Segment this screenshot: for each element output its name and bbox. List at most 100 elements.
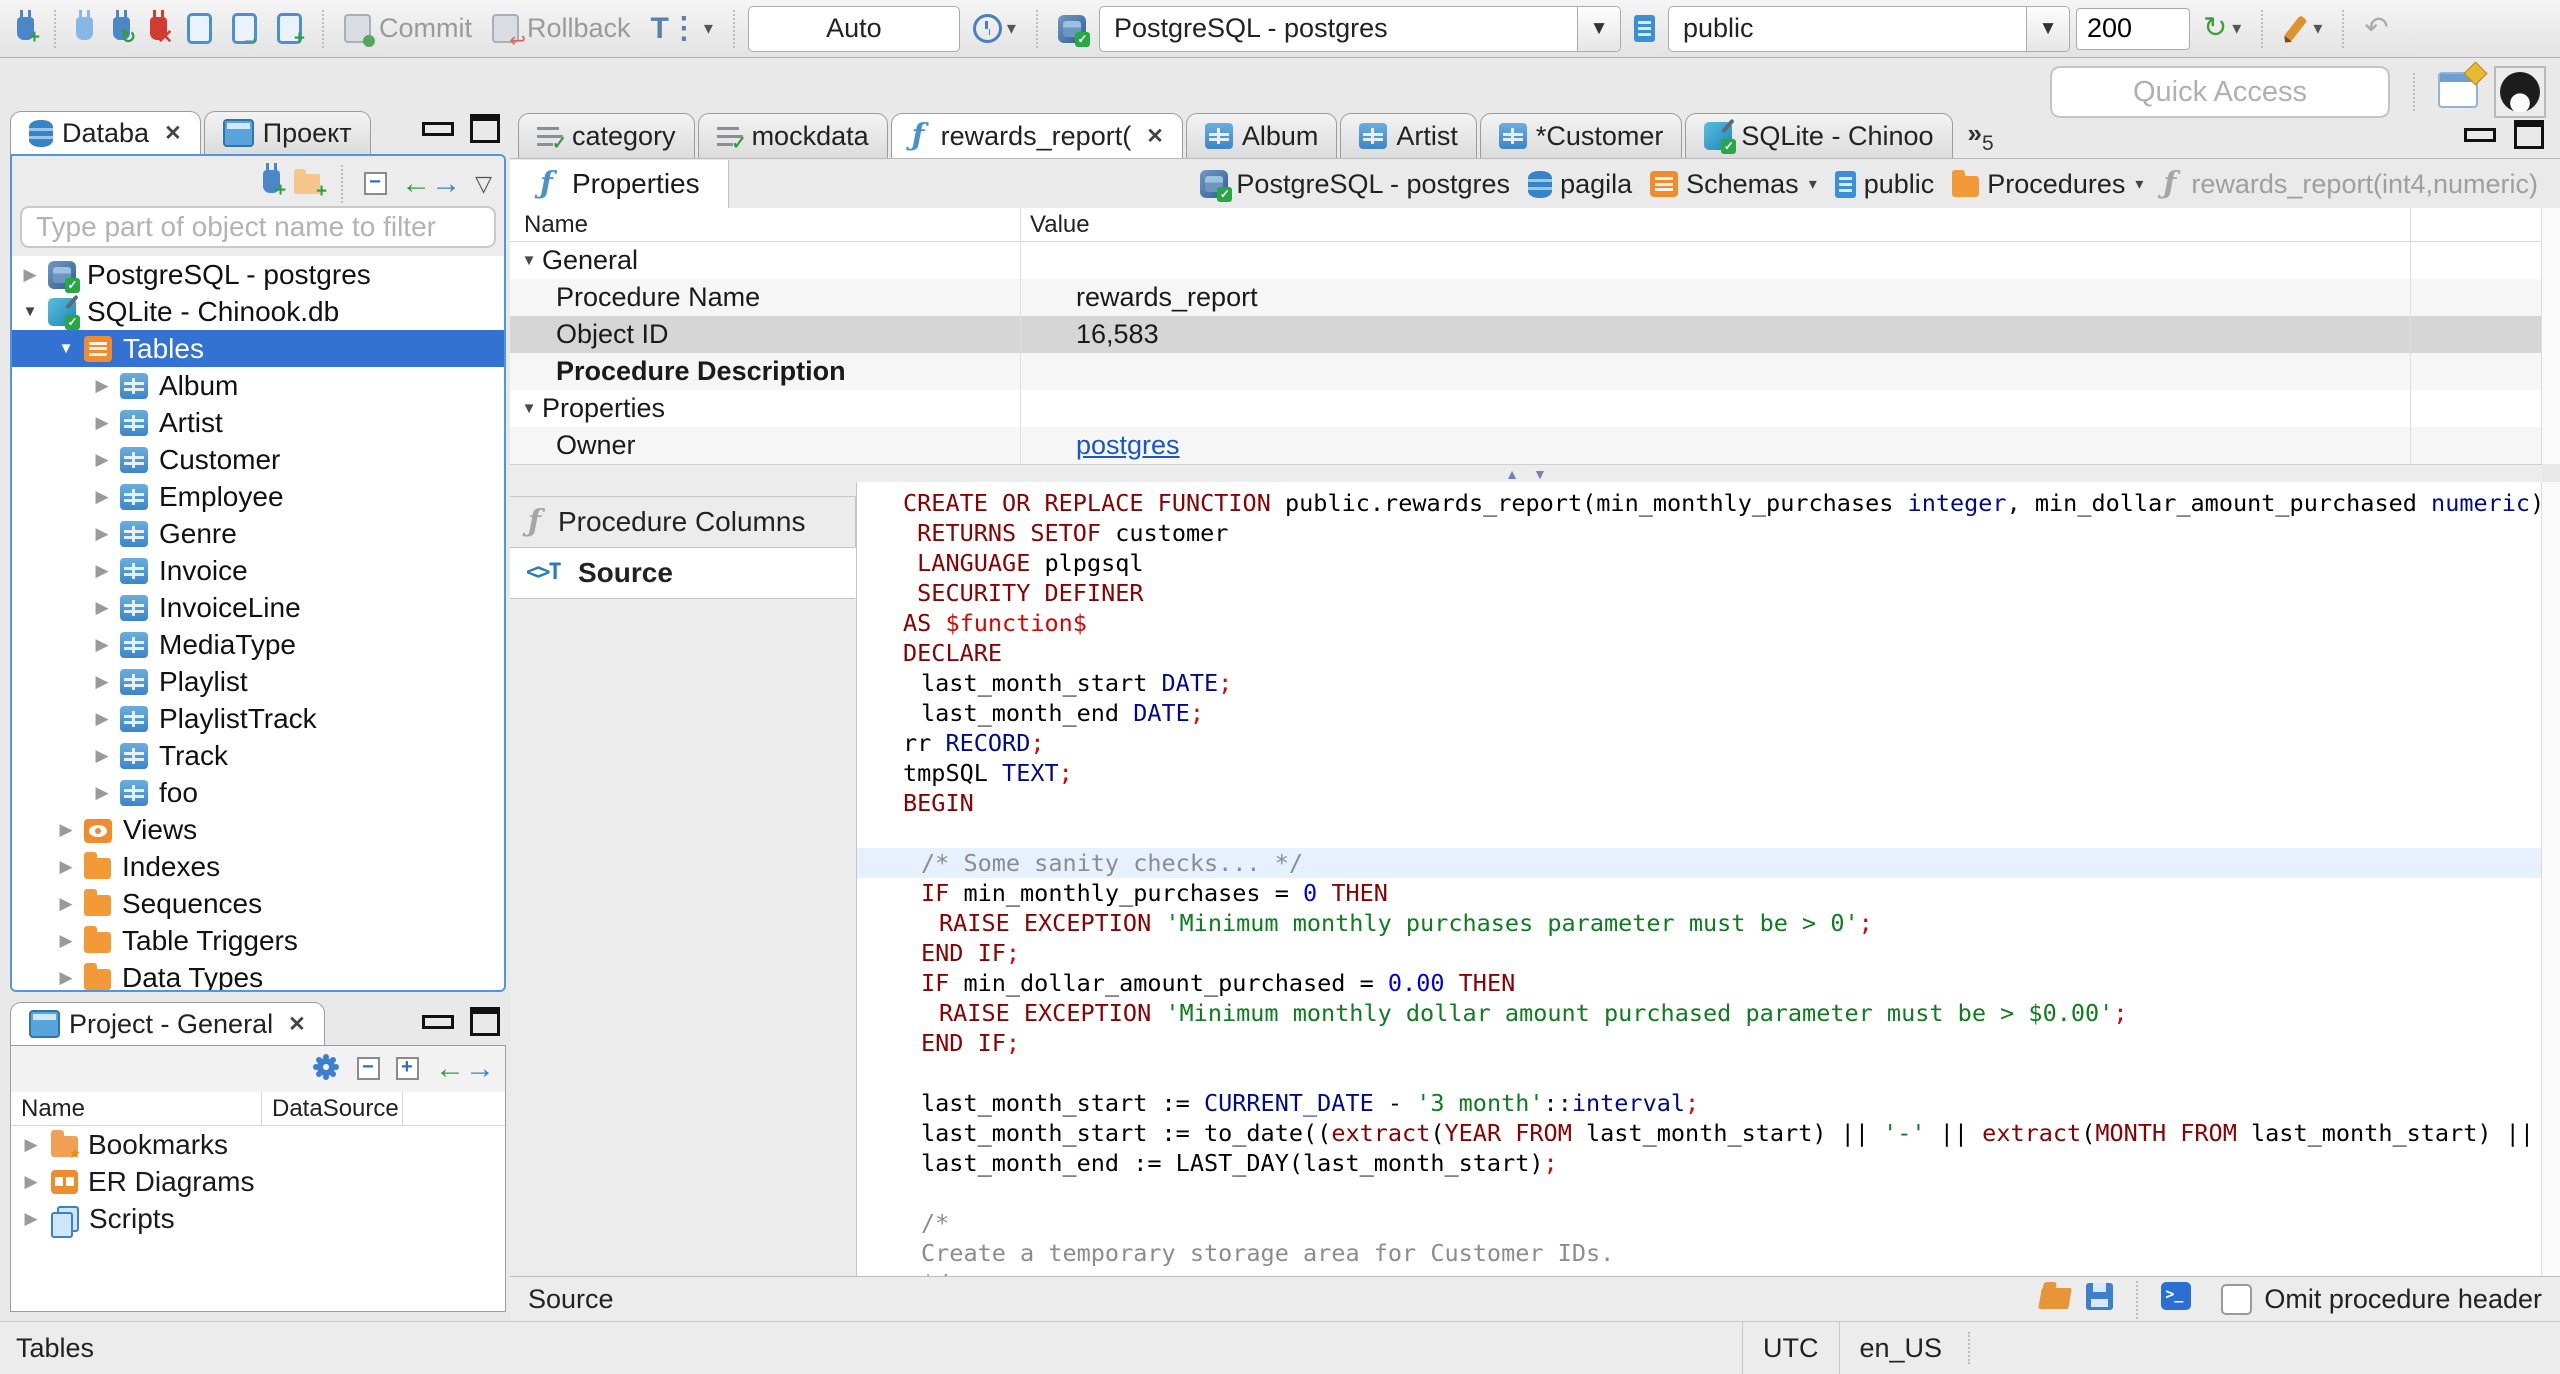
undo-button[interactable]: ↶ [2357,5,2395,53]
collapsed-arrow-icon[interactable]: ▶ [11,1172,51,1192]
grid-row-owner[interactable]: Owner postgres [510,427,2542,464]
breadcrumb-item-rewards-report-int4-numeric[interactable]: rewards_report(int4,numeric) [2161,166,2538,201]
connect-button[interactable] [69,5,100,53]
omit-header-checkbox[interactable] [2221,1284,2253,1315]
tree-item-data-types[interactable]: ▶ Data Types [12,959,504,990]
minimize-icon[interactable] [422,122,454,136]
collapsed-arrow-icon[interactable]: ▶ [84,450,120,470]
tree-item-album[interactable]: ▶ Album [12,367,504,404]
collapse-all-button[interactable] [364,168,394,200]
view-menu-button[interactable]: ▽ [475,171,492,197]
commit-mode-combo[interactable]: Auto [747,5,960,52]
grid-column-name[interactable]: Name [510,211,1020,239]
link-with-editor-button[interactable]: ←→ [401,169,461,199]
tree-item-mediatype[interactable]: ▶ MediaType [12,626,504,663]
tree-item-sqlite-chinook-db[interactable]: ▼ SQLite - Chinook.db [12,293,504,330]
tree-item-employee[interactable]: ▶ Employee [12,478,504,515]
expand-all-button[interactable] [396,1053,425,1085]
tab-properties[interactable]: Properties [510,159,729,210]
editor-tab-rewards-report[interactable]: rewards_report(✕ [890,113,1183,158]
connection-combo[interactable]: PostgreSQL - postgres ▼ [1098,5,1621,52]
maximize-icon[interactable] [470,114,500,143]
transaction-history-button[interactable]: ▾ [966,5,1023,53]
collapsed-arrow-icon[interactable]: ▶ [84,487,120,507]
expanded-arrow-icon[interactable]: ▼ [12,303,48,320]
reconnect-button[interactable]: ↻ [106,5,137,53]
sql-console-button[interactable]: → [225,5,264,53]
editor-tab-sqlite-chinoo[interactable]: SQLite - Chinoo [1685,113,1953,158]
tree-item-invoiceline[interactable]: ▶ InvoiceLine [12,589,504,626]
tree-item-genre[interactable]: ▶ Genre [12,515,504,552]
sash-down-icon[interactable]: ▼ [1533,467,1547,481]
grid-row-properties[interactable]: ▼ Properties [510,390,2542,427]
tree-item-indexes[interactable]: ▶ Indexes [12,848,504,885]
grid-row-procedure-description[interactable]: Procedure Description [510,353,2542,390]
tree-item-foo[interactable]: ▶ foo [12,774,504,811]
new-connection-button[interactable]: + [263,163,286,201]
collapsed-arrow-icon[interactable]: ▶ [84,635,120,655]
close-icon[interactable]: ✕ [1146,124,1164,149]
disconnect-button[interactable]: ✕ [143,5,174,53]
load-from-file-button[interactable] [2038,1284,2073,1316]
fetch-size-input[interactable] [2075,7,2190,50]
minimize-icon[interactable] [422,1015,454,1029]
dropdown-arrow-icon[interactable]: ▼ [1576,6,1620,51]
project-item-er-diagrams[interactable]: ▶ ER Diagrams [11,1163,505,1200]
collapsed-arrow-icon[interactable]: ▶ [48,820,84,840]
new-connection-button[interactable]: + [10,5,41,53]
collapsed-arrow-icon[interactable]: ▶ [48,857,84,877]
chevron-down-icon[interactable]: ▾ [2135,174,2143,194]
sash-up-icon[interactable]: ▲ [1505,467,1519,481]
object-filter-input[interactable] [20,206,496,248]
tree-item-artist[interactable]: ▶ Artist [12,404,504,441]
grid-scrollbar[interactable] [2541,208,2560,464]
grid-row-object-id[interactable]: Object ID 16,583 [510,316,2542,353]
source-code-editor[interactable]: CREATE OR REPLACE FUNCTION public.reward… [857,482,2542,1276]
subtab-source[interactable]: Source [510,547,856,599]
owner-link[interactable]: postgres [1076,430,1180,460]
sync-connection-button[interactable]: ↻ ▾ [2196,5,2248,53]
new-sql-editor-button[interactable]: + [270,5,309,53]
tree-item-table-triggers[interactable]: ▶ Table Triggers [12,922,504,959]
group-expanded-icon[interactable]: ▼ [516,252,542,269]
sql-editor-button[interactable] [180,5,219,53]
editor-tab-customer[interactable]: *Customer [1479,113,1683,158]
tree-item-customer[interactable]: ▶ Customer [12,441,504,478]
collapsed-arrow-icon[interactable]: ▶ [84,598,120,618]
collapsed-arrow-icon[interactable]: ▶ [84,672,120,692]
editor-tab-album[interactable]: Album [1185,113,1338,158]
breadcrumb-item-schemas[interactable]: Schemas ▾ [1650,169,1817,200]
project-item-bookmarks[interactable]: ▶ Bookmarks [11,1126,505,1163]
collapsed-arrow-icon[interactable]: ▶ [84,783,120,803]
maximize-icon[interactable] [2514,120,2544,149]
group-expanded-icon[interactable]: ▼ [516,400,542,417]
column-header-datasource[interactable]: DataSource [262,1092,403,1125]
tree-item-sequences[interactable]: ▶ Sequences [12,885,504,922]
tree-item-playlist[interactable]: ▶ Playlist [12,663,504,700]
collapsed-arrow-icon[interactable]: ▶ [48,894,84,914]
subtab-procedure-columns[interactable]: Procedure Columns [510,496,856,548]
tree-item-invoice[interactable]: ▶ Invoice [12,552,504,589]
source-scrollbar[interactable] [2541,482,2560,1276]
commit-button[interactable]: Commit [337,5,479,53]
project-item-scripts[interactable]: ▶ Scripts [11,1200,505,1238]
breadcrumb-item-pagila[interactable]: pagila [1528,169,1632,200]
open-perspective-button[interactable] [2438,71,2478,113]
sidebar-tab-проект[interactable]: Проект [203,111,371,154]
grid-row-procedure-name[interactable]: Procedure Name rewards_report [510,279,2542,316]
rollback-button[interactable]: Rollback [485,5,638,53]
breadcrumb-item-public[interactable]: public [1834,169,1934,200]
collapsed-arrow-icon[interactable]: ▶ [48,931,84,951]
editor-tab-category[interactable]: category [518,113,695,158]
dbeaver-perspective-button[interactable] [2494,66,2546,118]
collapsed-arrow-icon[interactable]: ▶ [84,561,120,581]
collapsed-arrow-icon[interactable]: ▶ [48,968,84,988]
project-tab-project-general[interactable]: Project - General ✕ [10,1002,325,1045]
chevron-down-icon[interactable]: ▾ [1809,174,1817,194]
grid-row-general[interactable]: ▼ General [510,242,2542,279]
breadcrumb-item-postgresql-postgres[interactable]: PostgreSQL - postgres [1200,169,1510,202]
collapsed-arrow-icon[interactable]: ▶ [84,376,120,396]
persist-button[interactable] [2161,1282,2192,1317]
schema-combo[interactable]: public ▼ [1667,5,2070,52]
column-header-name[interactable]: Name [11,1092,262,1125]
